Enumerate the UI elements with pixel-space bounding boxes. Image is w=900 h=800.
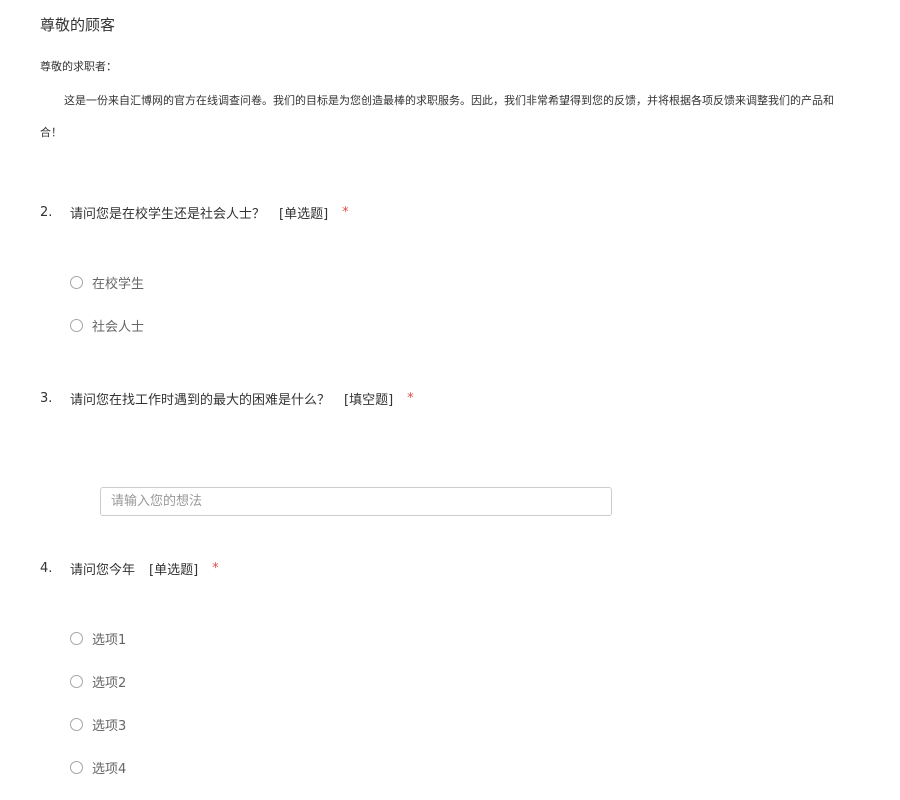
- radio-option-student[interactable]: 在校学生: [70, 273, 144, 292]
- intro-paragraph-line-2: 合！: [40, 126, 62, 139]
- radio-option-1[interactable]: 选项1: [70, 629, 126, 648]
- required-marker: *: [407, 391, 414, 406]
- option-label: 选项2: [92, 676, 127, 691]
- radio-button[interactable]: [70, 276, 83, 289]
- radio-button[interactable]: [70, 761, 83, 774]
- radio-option-professional[interactable]: 社会人士: [70, 316, 144, 335]
- question-type: [填空题]: [344, 393, 394, 408]
- option-label: 选项3: [92, 719, 127, 734]
- radio-option-4[interactable]: 选项4: [70, 758, 126, 777]
- question-2-header: 2. 请问您是在校学生还是社会人士？ [单选题] *: [40, 203, 349, 222]
- radio-option-3[interactable]: 选项3: [70, 715, 126, 734]
- option-label: 选项4: [92, 762, 127, 777]
- question-number: 2.: [40, 205, 53, 220]
- required-marker: *: [212, 561, 219, 576]
- radio-button[interactable]: [70, 718, 83, 731]
- question-text: 请问您在找工作时遇到的最大的困难是什么？: [70, 393, 331, 408]
- option-label: 选项1: [92, 633, 127, 648]
- question-number: 4.: [40, 561, 53, 576]
- question-text: 请问您今年: [70, 563, 136, 578]
- intro-paragraph-line-1: 这是一份来自汇博网的官方在线调查问卷。我们的目标是为您创造最棒的求职服务。因此，…: [64, 94, 834, 107]
- question-4-header: 4. 请问您今年 [单选题] *: [40, 559, 219, 578]
- question-3-header: 3. 请问您在找工作时遇到的最大的困难是什么？ [填空题] *: [40, 389, 414, 408]
- option-label: 在校学生: [92, 277, 145, 292]
- required-marker: *: [342, 205, 349, 220]
- intro-greeting: 尊敬的求职者：: [40, 60, 117, 73]
- option-label: 社会人士: [92, 320, 145, 335]
- page-title: 尊敬的顾客: [40, 16, 116, 34]
- question-type: [单选题]: [149, 563, 199, 578]
- radio-button[interactable]: [70, 632, 83, 645]
- radio-option-2[interactable]: 选项2: [70, 672, 126, 691]
- question-type: [单选题]: [279, 207, 329, 222]
- radio-button[interactable]: [70, 319, 83, 332]
- question-number: 3.: [40, 391, 53, 406]
- radio-button[interactable]: [70, 675, 83, 688]
- question-text: 请问您是在校学生还是社会人士？: [70, 207, 266, 222]
- answer-text-input[interactable]: [100, 487, 612, 516]
